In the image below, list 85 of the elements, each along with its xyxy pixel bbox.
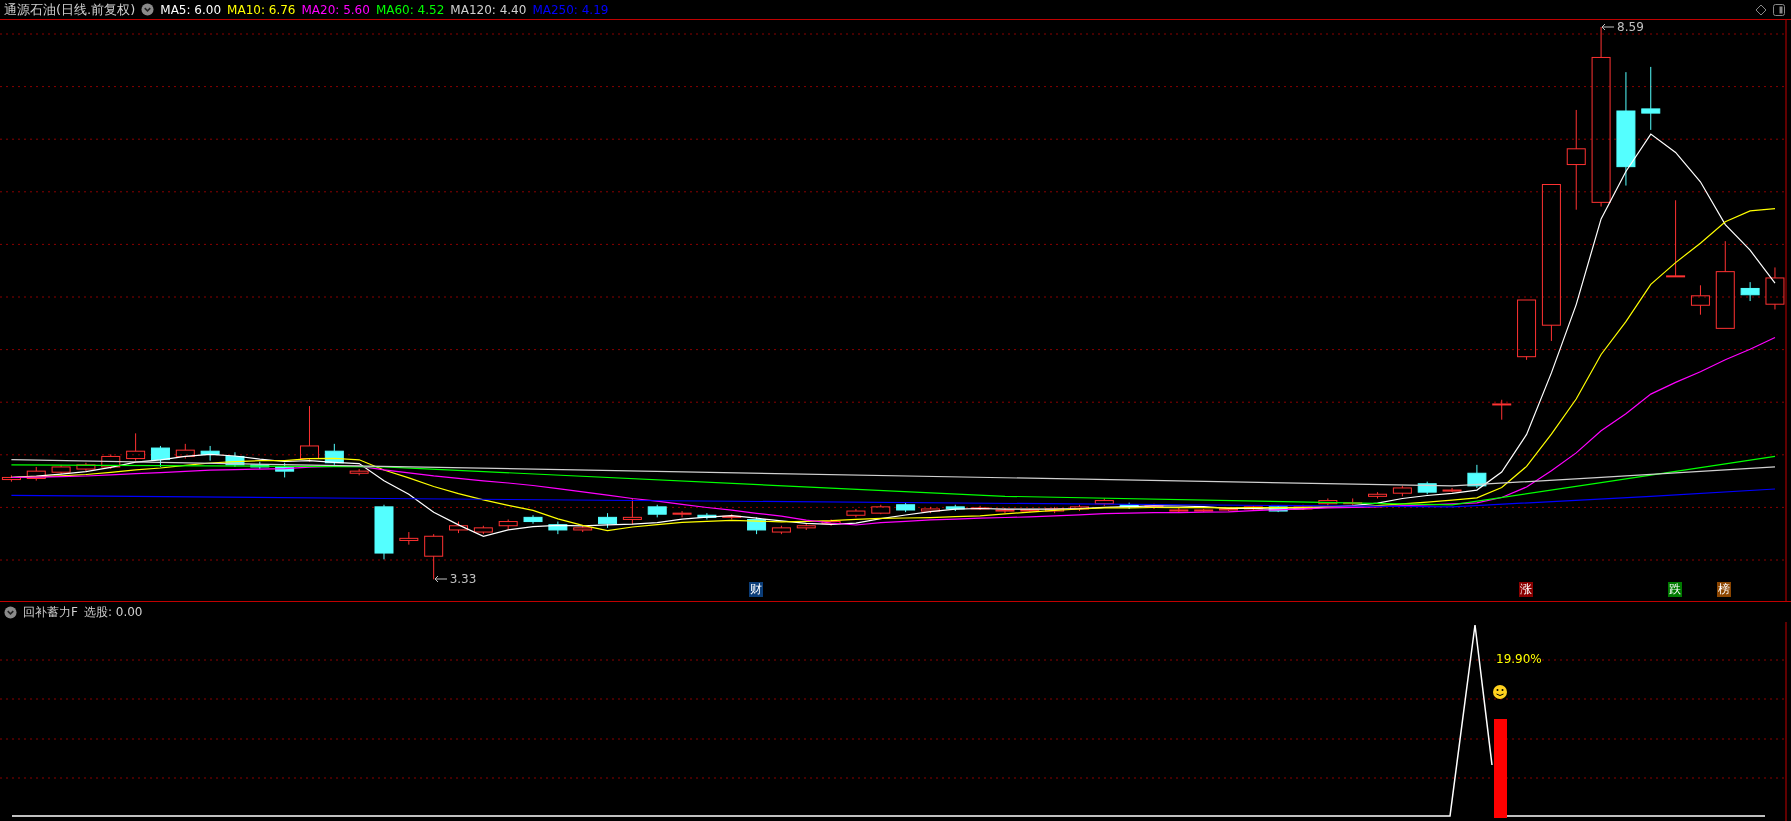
candle — [672, 510, 692, 518]
indicator-name: 回补蓄力F — [23, 603, 78, 621]
candle — [598, 512, 618, 529]
candle — [1492, 399, 1512, 421]
candle — [1194, 508, 1214, 513]
candle — [1268, 505, 1288, 513]
low-price-label: 3.33 — [433, 572, 477, 586]
stock-title: 通源石油(日线.前复权) — [4, 0, 136, 19]
candle — [399, 531, 419, 546]
high-price-label: 8.59 — [1601, 20, 1644, 34]
candle — [250, 461, 270, 470]
candle — [1740, 281, 1760, 302]
panel-toggle-icon[interactable] — [1773, 3, 1785, 16]
candle — [697, 512, 717, 520]
indicator-reading: 选股: 0.00 — [83, 603, 143, 621]
event-tag[interactable]: 涨 — [1518, 582, 1533, 597]
candle — [1690, 284, 1710, 316]
candle — [498, 518, 518, 531]
candle — [101, 453, 121, 470]
candle — [722, 513, 742, 520]
candle — [150, 445, 170, 468]
candle — [896, 502, 916, 513]
candle — [945, 504, 965, 512]
indicator-value-label: 19.90% — [1496, 652, 1542, 666]
candle — [424, 533, 444, 580]
dropdown-icon[interactable] — [141, 3, 155, 16]
candle — [51, 464, 71, 475]
candle — [374, 504, 394, 560]
candle — [871, 504, 891, 515]
smiley-icon — [1493, 685, 1507, 699]
candle — [275, 462, 295, 478]
diamond-icon[interactable] — [1755, 3, 1767, 16]
candle — [1417, 481, 1437, 495]
candle — [473, 525, 493, 535]
candle — [1318, 497, 1338, 507]
candle — [573, 525, 593, 533]
candle — [1070, 504, 1089, 512]
candle — [200, 445, 220, 462]
arrow-icon — [1601, 22, 1616, 32]
event-tag[interactable]: 财 — [748, 582, 763, 597]
ma-legend-item: MA120: 4.40 — [450, 2, 527, 17]
candle — [1020, 508, 1040, 513]
event-tag[interactable]: 跌 — [1667, 582, 1682, 597]
dropdown-icon[interactable] — [4, 605, 17, 619]
candle — [1641, 66, 1661, 131]
candle — [1, 474, 21, 483]
candle — [548, 521, 568, 535]
candle — [771, 525, 791, 535]
candle — [523, 514, 543, 525]
candle — [449, 521, 468, 534]
event-tag[interactable]: 榜 — [1717, 582, 1732, 597]
candle — [1293, 504, 1313, 511]
candle — [324, 443, 344, 466]
candle — [175, 443, 195, 460]
ma-legend-item: MA60: 4.52 — [375, 2, 445, 17]
candle — [1467, 464, 1487, 489]
candle — [995, 507, 1015, 514]
candle — [647, 504, 667, 518]
candle — [747, 516, 767, 535]
candle — [1219, 507, 1238, 512]
candle — [920, 506, 940, 514]
ma-legend-item: MA10: 6.76 — [227, 2, 296, 17]
candle — [126, 432, 146, 462]
candle — [1442, 487, 1462, 493]
ma-legend-item: MA20: 5.60 — [301, 2, 370, 17]
candle — [1094, 497, 1114, 507]
candle — [1045, 506, 1065, 514]
candle — [622, 497, 642, 526]
candle — [300, 405, 319, 463]
candle — [225, 451, 245, 468]
candle — [1169, 507, 1189, 513]
candle — [1765, 266, 1785, 310]
candle — [1368, 491, 1388, 499]
candle — [26, 466, 46, 482]
ma-legend-item: MA250: 4.19 — [532, 2, 609, 17]
candle — [1243, 505, 1263, 511]
candle — [796, 523, 816, 531]
candle — [1392, 485, 1412, 497]
candle — [349, 468, 369, 476]
candle — [1517, 299, 1537, 361]
candle — [846, 508, 866, 518]
candle — [76, 462, 96, 472]
ma-legend-item: MA5: 6.00 — [160, 2, 222, 17]
candle — [970, 505, 990, 511]
arrow-icon — [433, 574, 448, 584]
